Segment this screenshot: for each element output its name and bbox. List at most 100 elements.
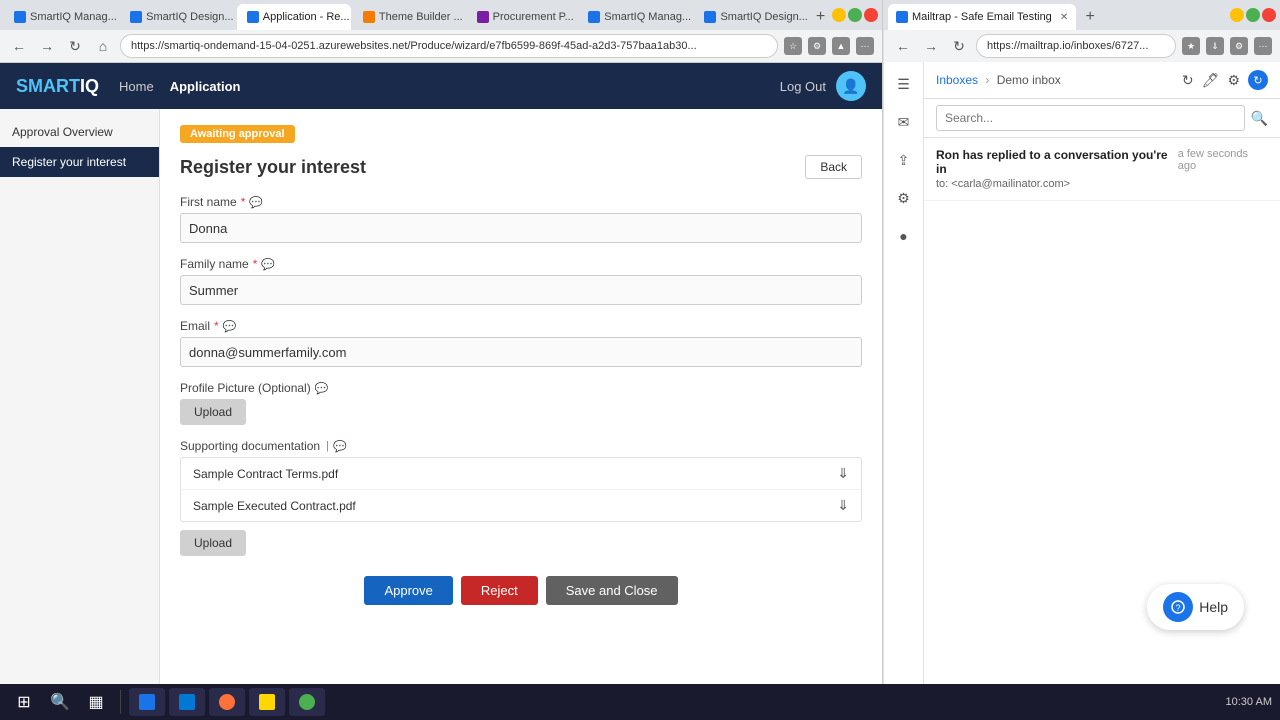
app-logo: SMARTIQ [16,76,99,97]
family-name-input[interactable] [180,275,862,305]
tab-smartiq-design-2[interactable]: SmartIQ Design... ✕ [694,4,809,30]
taskbar: ⊞ 🔍 ▦ 10:30 AM [0,684,1280,720]
refresh-button[interactable]: ↻ [64,35,86,57]
minimize-button[interactable] [832,8,846,22]
app-body: Approval Overview Register your interest… [0,109,882,720]
address-input[interactable] [120,34,778,58]
logout-button[interactable]: Log Out [780,79,826,94]
approve-button[interactable]: Approve [364,576,452,605]
action-row: Approve Reject Save and Close [180,576,862,605]
ie-icon [139,694,155,710]
file-item: Sample Contract Terms.pdf ⇓ [181,458,861,490]
home-button[interactable]: ⌂ [92,35,114,57]
save-and-close-button[interactable]: Save and Close [546,576,678,605]
tab-smartiq-manage-1[interactable]: SmartIQ Manag... ✕ [4,4,118,30]
file-name: Sample Executed Contract.pdf [193,499,356,513]
start-button[interactable]: ⊞ [8,686,40,718]
close-button[interactable] [864,8,878,22]
outlook-icon [179,694,195,710]
mailtrap-settings-icon[interactable]: ⚙ [1227,72,1240,89]
cursor-indicator: | [326,440,329,452]
mailtrap-menu-sidebar-icon[interactable]: ☰ [890,70,918,98]
mailtrap-send-icon[interactable]: ⇪ [890,146,918,174]
help-button[interactable]: ? Help [1147,584,1244,630]
mailtrap-search-input[interactable] [936,105,1245,131]
tab-smartiq-manage-2[interactable]: SmartIQ Manag... ✕ [578,4,692,30]
download-icon[interactable]: ⇓ [837,465,849,482]
nav-application[interactable]: Application [170,79,241,94]
help-label: Help [1199,599,1228,615]
mailtrap-tab[interactable]: Mailtrap - Safe Email Testing ✕ [888,4,1076,30]
email-label: Email * 💬 [180,319,862,333]
breadcrumb-inboxes[interactable]: Inboxes [936,73,978,87]
taskbar-app-outlook[interactable] [169,688,205,716]
back-button[interactable]: Back [805,155,862,179]
upload-docs-button[interactable]: Upload [180,530,246,556]
tab-application[interactable]: Application - Re... ✕ [237,4,351,30]
nav-home[interactable]: Home [119,79,154,94]
tab-smartiq-design-1[interactable]: SmartIQ Design... ✕ [120,4,235,30]
mailtrap-back[interactable]: ← [892,35,914,57]
maximize-button[interactable] [848,8,862,22]
comment-icon[interactable]: 💬 [223,320,237,333]
mail-time: a few seconds ago [1178,148,1268,172]
comment-icon[interactable]: 💬 [333,440,347,453]
tab-favicon [14,11,26,23]
mailtrap-forward[interactable]: → [920,35,942,57]
taskbar-app-ie[interactable] [129,688,165,716]
tab-theme-builder[interactable]: Theme Builder ... ✕ [353,4,465,30]
taskview-button[interactable]: ▦ [80,686,112,718]
mailtrap-refresh[interactable]: ↻ [948,35,970,57]
mailtrap-profile-icon[interactable]: ● [890,222,918,250]
mailtrap-body: ☰ ✉ ⇪ ⚙ ● Inboxes › Demo inbox ↻ � [884,62,1280,720]
new-tab-button[interactable]: + [811,5,830,29]
upload-profile-button[interactable]: Upload [180,399,246,425]
search-taskbar-button[interactable]: 🔍 [44,686,76,718]
email-input[interactable] [180,337,862,367]
mailtrap-sync-icon[interactable]: ↻ [1248,70,1268,90]
mailtrap-inbox-icon[interactable]: ✉ [890,108,918,136]
taskbar-app-folder[interactable] [249,688,285,716]
mailtrap-menu-icon[interactable]: ⋯ [1254,37,1272,55]
mailtrap-refresh-inbox-icon[interactable]: ↻ [1182,72,1194,89]
first-name-input[interactable] [180,213,862,243]
mailtrap-header-icons: ↻ 🖊 ⚙ ↻ [1182,70,1268,90]
mailtrap-search-row: 🔍 [924,99,1280,138]
tab-procurement[interactable]: Procurement P... ✕ [467,4,577,30]
tab-close[interactable]: ✕ [1060,12,1068,23]
reject-button[interactable]: Reject [461,576,538,605]
svg-text:?: ? [1176,603,1181,613]
taskbar-right: 10:30 AM [1226,696,1272,708]
mailtrap-compose-icon[interactable]: 🖊 [1202,72,1220,89]
sidebar-item-approval-overview[interactable]: Approval Overview [0,117,159,147]
menu-icon[interactable]: ⋯ [856,37,874,55]
comment-icon[interactable]: 💬 [261,258,275,271]
mailtrap-maximize[interactable] [1246,8,1260,22]
taskbar-time: 10:30 AM [1226,696,1272,708]
back-nav-button[interactable]: ← [8,35,30,57]
mailtrap-header: Inboxes › Demo inbox ↻ 🖊 ⚙ ↻ [924,62,1280,99]
sidebar-item-register-interest[interactable]: Register your interest [0,147,159,177]
mailtrap-new-tab[interactable]: + [1078,5,1102,29]
taskbar-app-firefox[interactable] [209,688,245,716]
mailtrap-settings-gear-icon[interactable]: ⚙ [890,184,918,212]
taskbar-app-extra[interactable] [289,688,325,716]
forward-nav-button[interactable]: → [36,35,58,57]
tab-label: SmartIQ Design... [720,11,807,23]
email-group: Email * 💬 [180,319,862,367]
mailtrap-address-input[interactable] [976,34,1176,58]
comment-icon[interactable]: 💬 [249,196,263,209]
comment-icon[interactable]: 💬 [315,382,329,395]
download-icon[interactable]: ⇓ [837,497,849,514]
mailtrap-extensions-icon[interactable]: ⚙ [1230,37,1248,55]
extensions-icon[interactable]: ⚙ [808,37,826,55]
mailtrap-main: Inboxes › Demo inbox ↻ 🖊 ⚙ ↻ 🔍 [924,62,1280,720]
mail-list-item[interactable]: Ron has replied to a conversation you're… [924,138,1280,201]
search-icon[interactable]: 🔍 [1251,110,1268,127]
mailtrap-minimize[interactable] [1230,8,1244,22]
profile-icon[interactable]: ▲ [832,37,850,55]
window-controls [832,8,878,26]
mailtrap-browser-chrome: Mailtrap - Safe Email Testing ✕ + ← → ↻ … [884,0,1280,62]
mailtrap-close[interactable] [1262,8,1276,22]
mailtrap-download-icon[interactable]: ⇓ [1206,37,1224,55]
